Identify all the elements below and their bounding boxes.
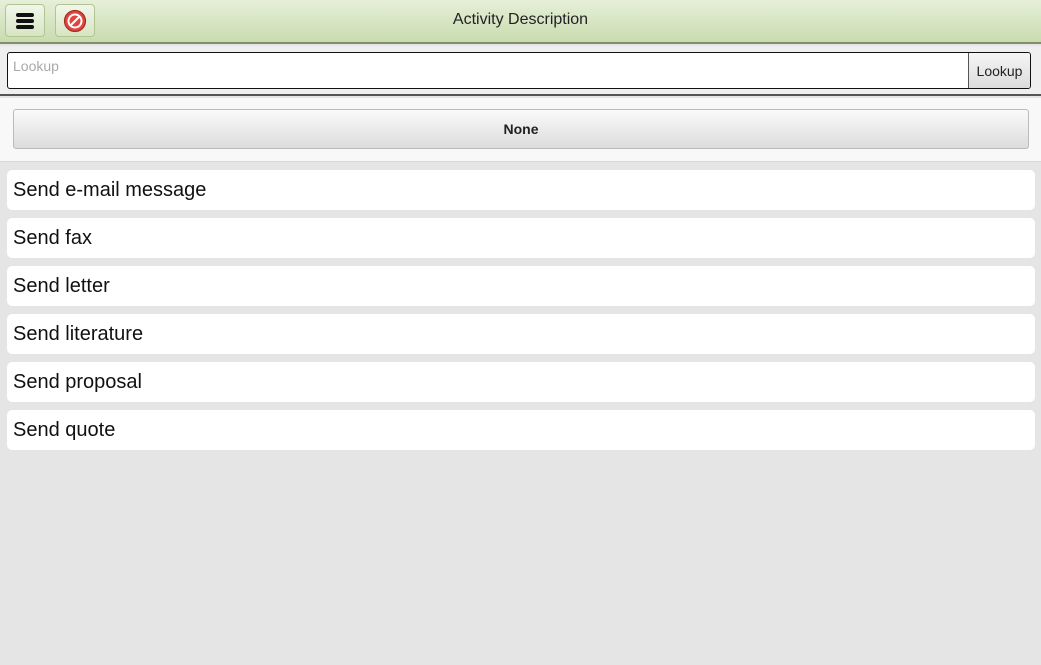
lookup-bar: Lookup	[0, 46, 1041, 96]
lookup-box: Lookup	[7, 52, 1031, 89]
list-item[interactable]: Send fax	[7, 218, 1035, 258]
header-bar: Activity Description	[0, 0, 1041, 44]
none-button[interactable]: None	[13, 109, 1029, 149]
list-item[interactable]: Send quote	[7, 410, 1035, 450]
page-title: Activity Description	[452, 11, 589, 28]
lookup-input[interactable]	[8, 53, 968, 88]
list-item[interactable]: Send letter	[7, 266, 1035, 306]
app-window: Activity Description Lookup None Send e-…	[0, 0, 1041, 665]
activity-list: Send e-mail message Send fax Send letter…	[7, 170, 1035, 458]
none-section: None	[0, 98, 1041, 162]
list-item[interactable]: Send literature	[7, 314, 1035, 354]
lookup-button[interactable]: Lookup	[968, 53, 1030, 88]
list-item[interactable]: Send e-mail message	[7, 170, 1035, 210]
list-item[interactable]: Send proposal	[7, 362, 1035, 402]
